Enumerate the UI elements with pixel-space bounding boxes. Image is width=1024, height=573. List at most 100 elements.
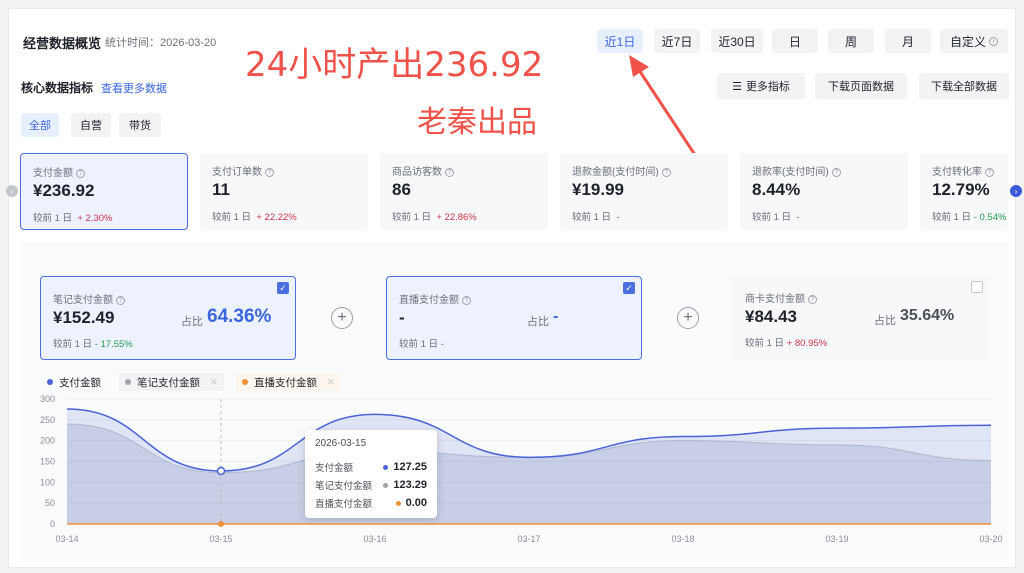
compare-value: - 0.54%	[973, 212, 1007, 223]
download-all-button[interactable]: 下载全部数据	[919, 73, 1009, 99]
metric-compare: 较前 1 日 + 22.22%	[212, 209, 297, 223]
compare-value: + 80.95%	[786, 338, 828, 349]
chart-tooltip: 2026-03-15 支付金额 127.25 笔记支付金额 123.29 直播支…	[305, 430, 437, 518]
breakdown-value: ¥152.49	[53, 308, 115, 327]
metric-value: ¥19.99	[572, 180, 624, 199]
compare-value: + 2.30%	[77, 213, 113, 224]
date-btn-7d[interactable]: 近7日	[654, 29, 700, 53]
x-tick-label: 03-19	[825, 534, 848, 544]
metric-card-conversion[interactable]: 支付转化率? 12.79% 较前 1 日 - 0.54%	[920, 153, 1008, 230]
tooltip-row: 支付金额 127.25	[315, 460, 427, 474]
tooltip-dot	[383, 482, 389, 488]
trend-chart: 0 50 100 150 200 250 300 03-14 03-15 03-16 03-17 03…	[40, 394, 1003, 544]
breakdown-card-note[interactable]: ✓ 笔记支付金额? ¥152.49 占比 64.36% 较前 1 日 - 17.…	[40, 276, 296, 360]
metric-value: 11	[212, 180, 230, 199]
y-tick-label: 50	[45, 498, 55, 508]
plus-icon: +	[331, 307, 353, 329]
ratio-label: 占比	[527, 316, 549, 328]
ratio-label: 占比	[181, 316, 203, 328]
breakdown-value: ¥84.43	[745, 307, 797, 326]
hover-point	[216, 466, 226, 476]
close-icon[interactable]: ✕	[210, 377, 218, 388]
date-btn-week[interactable]: 周	[828, 29, 874, 53]
tooltip-row-value: 123.29	[383, 479, 427, 491]
compare-label: 较前 1 日	[212, 212, 252, 223]
metric-compare: 较前 1 日 - 0.54%	[932, 209, 1006, 223]
metric-label: 退款金额(支付时间)?	[572, 163, 671, 178]
help-icon: ?	[808, 294, 817, 304]
compare-label: 较前 1 日	[752, 212, 792, 223]
filter-all[interactable]: 全部	[21, 113, 59, 137]
checkbox-checked-icon[interactable]: ✓	[623, 282, 635, 294]
breakdown-label-text: 笔记支付金额	[53, 295, 113, 306]
scroll-right-icon[interactable]: ›	[1010, 185, 1022, 197]
ratio-value: 64.36%	[207, 306, 272, 327]
legend-label: 直播支付金额	[254, 376, 317, 389]
tooltip-value-text: 123.29	[393, 479, 427, 491]
help-icon: ?	[265, 167, 274, 177]
metric-label: 支付订单数?	[212, 163, 274, 178]
scroll-left-icon[interactable]: ‹	[6, 185, 18, 197]
breakdown-label-text: 商卡支付金额	[745, 294, 805, 305]
filter-carry[interactable]: 带货	[119, 113, 161, 137]
tooltip-row: 直播支付金额 0.00	[315, 496, 427, 510]
legend-label: 笔记支付金额	[137, 376, 200, 389]
date-btn-month[interactable]: 月	[885, 29, 931, 53]
download-page-button[interactable]: 下载页面数据	[815, 73, 907, 99]
breakdown-compare: 较前 1 日 -	[399, 336, 444, 350]
close-icon[interactable]: ✕	[327, 377, 335, 388]
metric-label-text: 支付金额	[33, 168, 73, 179]
checkbox-empty-icon[interactable]	[971, 281, 983, 293]
metric-card-visitors[interactable]: 商品访客数? 86 较前 1 日 + 22.86%	[380, 153, 548, 230]
breakdown-label-text: 直播支付金额	[399, 295, 459, 306]
section-label: 核心数据指标	[21, 81, 94, 95]
metric-label-text: 商品访客数	[392, 167, 442, 178]
tooltip-row-value: 127.25	[383, 461, 427, 473]
breakdown-card-product[interactable]: 商卡支付金额? ¥84.43 占比 35.64% 较前 1 日 + 80.95%	[733, 276, 989, 360]
filter-self[interactable]: 自营	[71, 113, 111, 137]
ratio-value: 35.64%	[900, 307, 955, 324]
date-btn-30d[interactable]: 近30日	[711, 29, 763, 53]
metric-value: ¥236.92	[33, 181, 95, 200]
tooltip-value-text: 127.25	[393, 461, 427, 473]
help-icon: ?	[445, 167, 454, 177]
compare-label: 较前 1 日	[392, 212, 432, 223]
compare-value: -	[796, 212, 800, 223]
page-title: 经营数据概览	[23, 36, 102, 51]
checkbox-checked-icon[interactable]: ✓	[277, 282, 289, 294]
y-tick-label: 0	[50, 519, 55, 529]
more-data-link[interactable]: 查看更多数据	[101, 80, 167, 96]
compare-value: + 22.22%	[256, 212, 297, 223]
date-btn-day[interactable]: 日	[772, 29, 818, 53]
y-tick-label: 300	[40, 394, 55, 404]
compare-value: - 17.55%	[94, 339, 133, 350]
y-tick-label: 100	[40, 477, 55, 487]
metric-card-payment[interactable]: 支付金额? ¥236.92 较前 1 日 + 2.30%	[20, 153, 188, 230]
legend-dot	[47, 379, 53, 385]
date-btn-custom[interactable]: 自定义 i	[940, 29, 1008, 53]
breakdown-compare: 较前 1 日 + 80.95%	[745, 335, 827, 349]
breakdown-card-live[interactable]: ✓ 直播支付金额? - 占比 - 较前 1 日 -	[386, 276, 642, 360]
breakdown-label: 直播支付金额?	[399, 291, 471, 306]
help-icon: ?	[831, 167, 841, 177]
x-tick-label: 03-16	[363, 534, 386, 544]
series-area-0	[67, 409, 991, 524]
tooltip-row-value: 0.00	[395, 497, 427, 509]
breakdown-compare: 较前 1 日 - 17.55%	[53, 336, 133, 350]
legend-dot	[242, 379, 248, 385]
metric-card-refund-rate[interactable]: 退款率(支付时间)? 8.44% 较前 1 日 -	[740, 153, 908, 230]
compare-label: 较前 1 日	[932, 212, 972, 223]
more-metrics-button[interactable]: ☰ 更多指标	[717, 73, 805, 99]
metric-label-text: 退款金额(支付时间)	[572, 167, 659, 178]
metric-label-text: 支付订单数	[212, 167, 262, 178]
x-tick-label: 03-18	[671, 534, 694, 544]
x-tick-label: 03-14	[55, 534, 78, 544]
stat-time: 统计时间：2026-03-20	[105, 37, 217, 49]
ratio-label: 占比	[874, 315, 896, 327]
date-btn-1d[interactable]: 近1日	[597, 29, 643, 53]
metric-card-refund-amount[interactable]: 退款金额(支付时间)? ¥19.99 较前 1 日 -	[560, 153, 728, 230]
tooltip-row-label: 直播支付金额	[315, 499, 373, 510]
breakdown-label: 笔记支付金额?	[53, 291, 125, 306]
x-tick-label: 03-15	[209, 534, 232, 544]
metric-card-orders[interactable]: 支付订单数? 11 较前 1 日 + 22.22%	[200, 153, 368, 230]
